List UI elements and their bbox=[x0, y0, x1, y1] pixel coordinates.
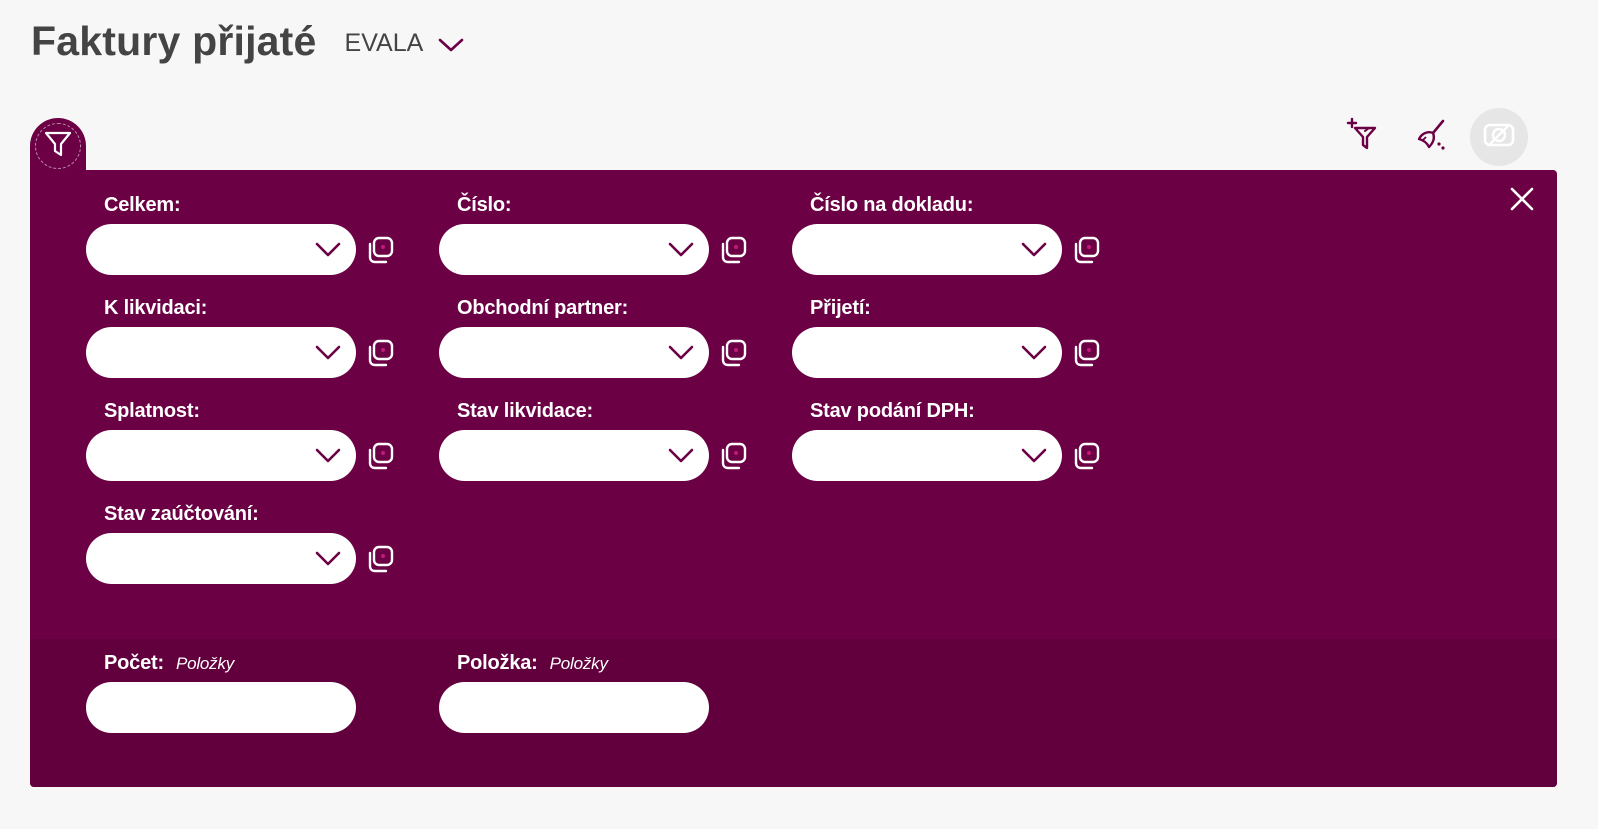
filter-cislo: Číslo: bbox=[439, 194, 759, 275]
field-polozka: Položka: Položky bbox=[439, 652, 759, 733]
chevron-down-icon bbox=[668, 242, 694, 257]
copy-icon[interactable] bbox=[717, 337, 749, 369]
filter-k-likvidaci: K likvidaci: bbox=[86, 297, 406, 378]
company-selector-label[interactable]: EVALA bbox=[345, 29, 424, 58]
cislo-select[interactable] bbox=[439, 224, 709, 275]
prijeti-select[interactable] bbox=[792, 327, 1062, 378]
copy-icon[interactable] bbox=[364, 337, 396, 369]
pocet-label: Počet: bbox=[104, 652, 164, 674]
polozka-sublabel: Položky bbox=[549, 654, 608, 673]
field-label: Splatnost: bbox=[104, 400, 200, 422]
filter-celkem: Celkem: bbox=[86, 194, 406, 275]
filter-toolbar bbox=[1334, 108, 1528, 166]
filter-prijeti: Přijetí: bbox=[792, 297, 1112, 378]
chevron-down-icon bbox=[315, 448, 341, 463]
add-filter-button[interactable] bbox=[1334, 108, 1392, 166]
field-label: Obchodní partner: bbox=[457, 297, 629, 319]
chevron-down-icon bbox=[315, 345, 341, 360]
stav-podani-dph-select[interactable] bbox=[792, 430, 1062, 481]
filter-tab-ring bbox=[35, 123, 81, 169]
copy-icon[interactable] bbox=[364, 234, 396, 266]
chevron-down-icon bbox=[668, 448, 694, 463]
filter-splatnost: Splatnost: bbox=[86, 400, 406, 481]
chevron-down-icon bbox=[1021, 242, 1047, 257]
polozka-input[interactable] bbox=[439, 682, 709, 733]
filter-stav-likvidace: Stav likvidace: bbox=[439, 400, 759, 481]
field-label: Číslo na dokladu: bbox=[810, 194, 974, 216]
pocet-input[interactable] bbox=[86, 682, 356, 733]
field-label: K likvidaci: bbox=[104, 297, 208, 319]
polozka-label: Položka: bbox=[457, 652, 538, 674]
copy-icon[interactable] bbox=[1070, 337, 1102, 369]
chevron-down-icon bbox=[315, 551, 341, 566]
broom-icon bbox=[1413, 117, 1449, 158]
filter-toggle-tab[interactable] bbox=[30, 118, 86, 174]
filter-panel: Celkem: Číslo: Číslo na dokladu: K likvi… bbox=[30, 170, 1557, 787]
field-pocet: Počet: Položky bbox=[86, 652, 406, 733]
page-header: Faktury přijaté EVALA bbox=[31, 18, 465, 65]
celkem-select[interactable] bbox=[86, 224, 356, 275]
filter-stav-podani-dph: Stav podání DPH: bbox=[792, 400, 1112, 481]
close-icon[interactable] bbox=[1509, 186, 1535, 212]
copy-icon[interactable] bbox=[717, 234, 749, 266]
field-label: Stav likvidace: bbox=[457, 400, 593, 422]
field-label: Stav podání DPH: bbox=[810, 400, 975, 422]
k-likvidaci-select[interactable] bbox=[86, 327, 356, 378]
filter-icon bbox=[43, 129, 73, 164]
filter-cislo-na-dokladu: Číslo na dokladu: bbox=[792, 194, 1112, 275]
chevron-down-icon[interactable] bbox=[437, 36, 465, 54]
page-title: Faktury přijaté bbox=[31, 18, 317, 64]
stav-zauctovani-select[interactable] bbox=[86, 533, 356, 584]
sync-off-icon bbox=[1482, 118, 1516, 157]
filter-plus-icon bbox=[1345, 117, 1381, 158]
copy-icon[interactable] bbox=[364, 440, 396, 472]
field-label: Přijetí: bbox=[810, 297, 871, 319]
filter-stav-zauctovani: Stav zaúčtování: bbox=[86, 503, 406, 584]
sync-disabled-button[interactable] bbox=[1470, 108, 1528, 166]
filter-obchodni-partner: Obchodní partner: bbox=[439, 297, 759, 378]
chevron-down-icon bbox=[668, 345, 694, 360]
cislo-na-dokladu-select[interactable] bbox=[792, 224, 1062, 275]
clear-filter-button[interactable] bbox=[1402, 108, 1460, 166]
pocet-sublabel: Položky bbox=[175, 654, 235, 673]
copy-icon[interactable] bbox=[364, 543, 396, 575]
copy-icon[interactable] bbox=[1070, 234, 1102, 266]
chevron-down-icon bbox=[1021, 345, 1047, 360]
copy-icon[interactable] bbox=[717, 440, 749, 472]
splatnost-select[interactable] bbox=[86, 430, 356, 481]
stav-likvidace-select[interactable] bbox=[439, 430, 709, 481]
field-label: Celkem: bbox=[104, 194, 181, 216]
field-label: Položka: Položky bbox=[457, 652, 759, 678]
obchodni-partner-select[interactable] bbox=[439, 327, 709, 378]
chevron-down-icon bbox=[1021, 448, 1047, 463]
field-label: Číslo: bbox=[457, 194, 512, 216]
field-label: Počet: Položky bbox=[104, 652, 406, 678]
copy-icon[interactable] bbox=[1070, 440, 1102, 472]
field-label: Stav zaúčtování: bbox=[104, 503, 259, 525]
chevron-down-icon bbox=[315, 242, 341, 257]
